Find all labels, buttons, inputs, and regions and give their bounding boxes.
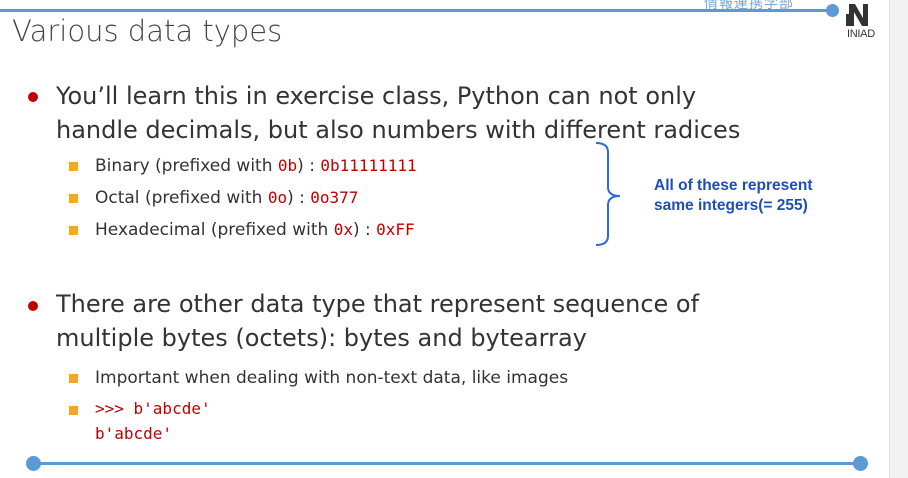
bullet2-line1: There are other data type that represent… — [56, 290, 700, 318]
sub-bullet-square — [69, 374, 78, 383]
sub-bullet-square — [69, 226, 78, 235]
list-item-octal: Octal (prefixed with 0o) : 0o377 — [95, 188, 359, 208]
annotation-note: All of these represent same integers(= 2… — [654, 177, 813, 214]
sub-bullet-square — [69, 162, 78, 171]
bullet-dot — [28, 92, 38, 102]
sub-bullet-square — [69, 194, 78, 203]
bottom-divider-dot-left — [26, 456, 41, 471]
sub-bullet-square — [69, 406, 78, 415]
code-line-output: b'abcde' — [95, 424, 173, 443]
org-name: 情報連携学部 — [704, 0, 794, 12]
top-divider-dot — [826, 4, 839, 17]
logo-text: INIAD — [847, 28, 875, 40]
bullet2-line2: multiple bytes (octets): bytes and bytea… — [56, 324, 587, 352]
bullet-dot — [28, 301, 38, 311]
list-item-hex: Hexadecimal (prefixed with 0x) : 0xFF — [95, 220, 415, 240]
bottom-divider — [33, 462, 863, 465]
slide-title: Various data types — [12, 14, 283, 48]
code-line-input: >>> b'abcde' — [95, 399, 211, 418]
bottom-divider-dot-right — [853, 456, 868, 471]
curly-brace — [595, 142, 621, 246]
list-item-binary: Binary (prefixed with 0b) : 0b11111111 — [95, 156, 417, 176]
scrollbar-track[interactable] — [889, 0, 908, 478]
bullet1-line1: You’ll learn this in exercise class, Pyt… — [56, 82, 697, 110]
list-item-important: Important when dealing with non-text dat… — [95, 368, 569, 388]
